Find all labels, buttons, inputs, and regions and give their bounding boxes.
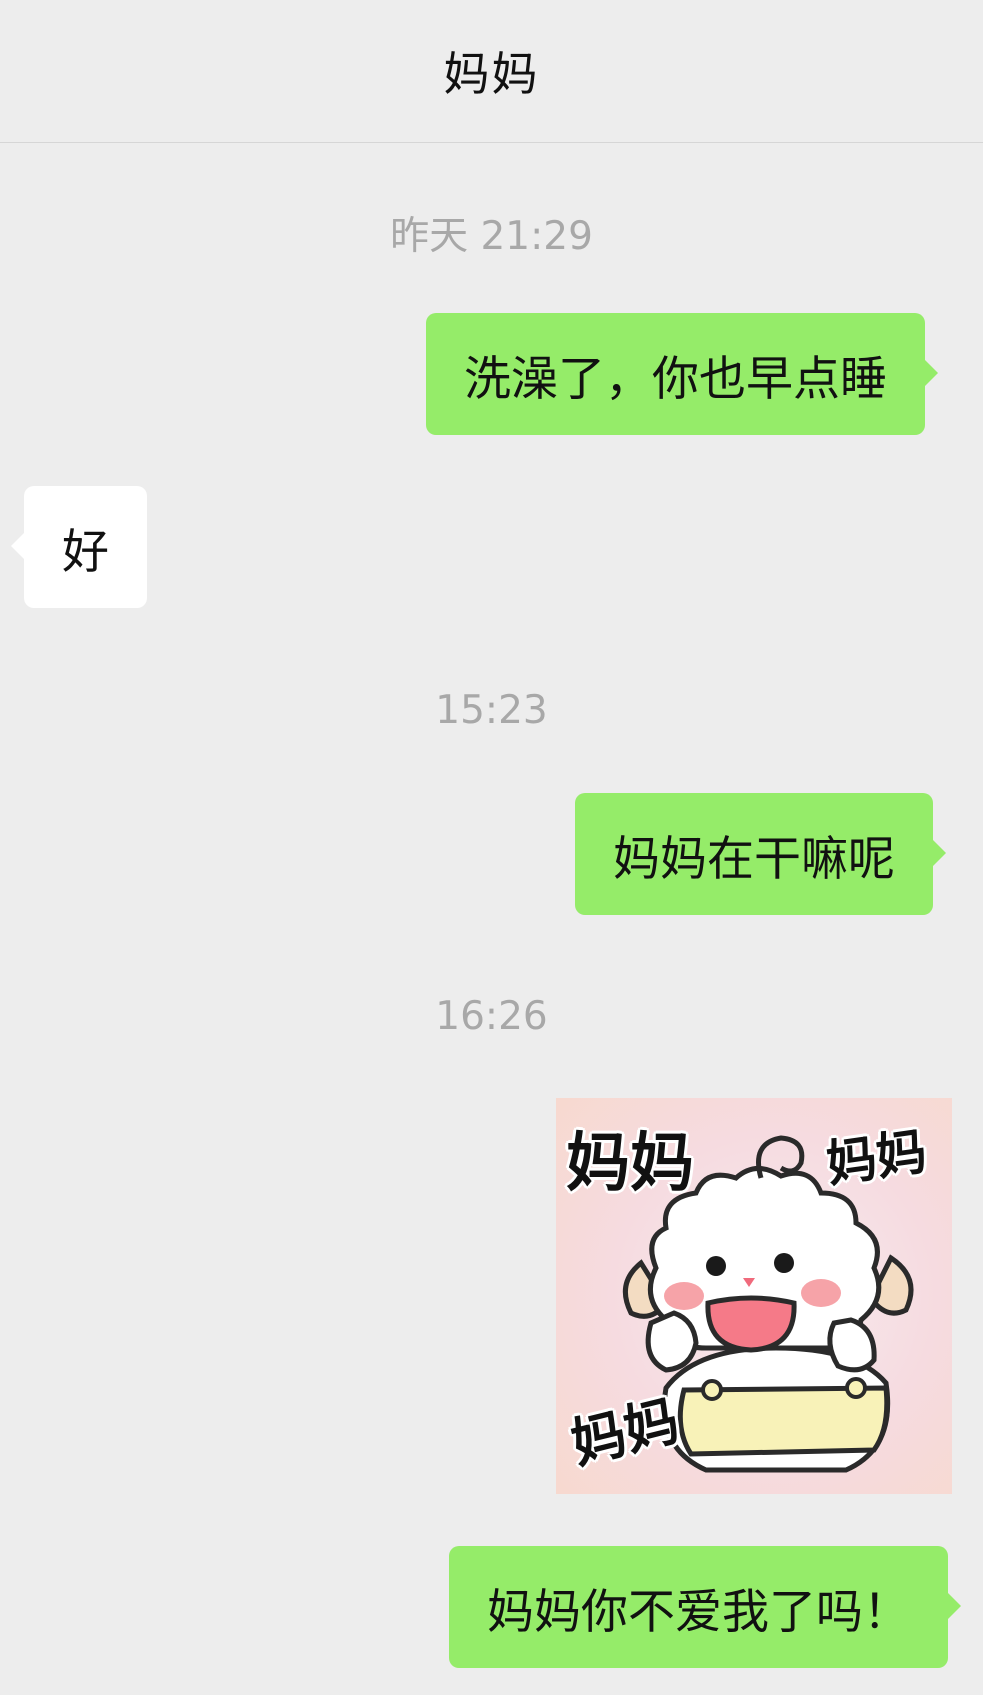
timestamp: 昨天 21:29: [390, 214, 593, 259]
message-bubble-sent[interactable]: 洗澡了，你也早点睡: [426, 313, 938, 435]
sticker-caption: 妈妈: [566, 1127, 694, 1201]
message-bubble-sent[interactable]: 妈妈在干嘛呢: [575, 793, 946, 915]
timestamp: 15:23: [435, 688, 548, 733]
message-bubble-sent[interactable]: 妈妈你不爱我了吗！: [449, 1546, 961, 1668]
message-bubble-received[interactable]: 好: [11, 486, 147, 608]
sticker-caption: 妈妈: [823, 1122, 931, 1194]
sticker-message[interactable]: 妈妈 妈妈 妈妈: [556, 1098, 952, 1494]
chat-header: 妈妈: [0, 0, 983, 143]
chat-title: 妈妈: [443, 47, 540, 101]
timestamp: 16:26: [435, 994, 548, 1039]
